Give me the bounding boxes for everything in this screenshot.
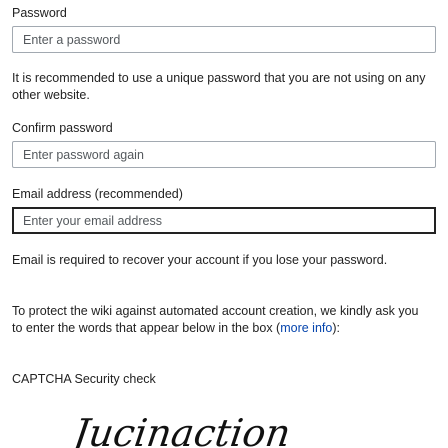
captcha-text: Jucinaction [70, 412, 293, 448]
captcha-image: Jucinaction [70, 404, 310, 448]
confirm-password-input[interactable] [12, 141, 436, 168]
email-hint: Email is required to recover your accoun… [12, 253, 388, 267]
captcha-label: CAPTCHA Security check [12, 372, 156, 386]
email-label: Email address (recommended) [12, 187, 183, 201]
password-label: Password [12, 6, 67, 20]
more-info-link[interactable]: more info [280, 321, 332, 335]
password-hint: It is recommended to use a unique passwo… [12, 71, 426, 102]
captcha-info-text-end: ): [332, 321, 340, 335]
captcha-info: To protect the wiki against automated ac… [12, 303, 432, 337]
captcha-info-text: To protect the wiki against automated ac… [12, 304, 419, 335]
captcha-image-graphic: Jucinaction [70, 412, 293, 448]
password-input[interactable] [12, 26, 436, 53]
email-input[interactable] [12, 207, 436, 234]
confirm-password-label: Confirm password [12, 121, 113, 135]
